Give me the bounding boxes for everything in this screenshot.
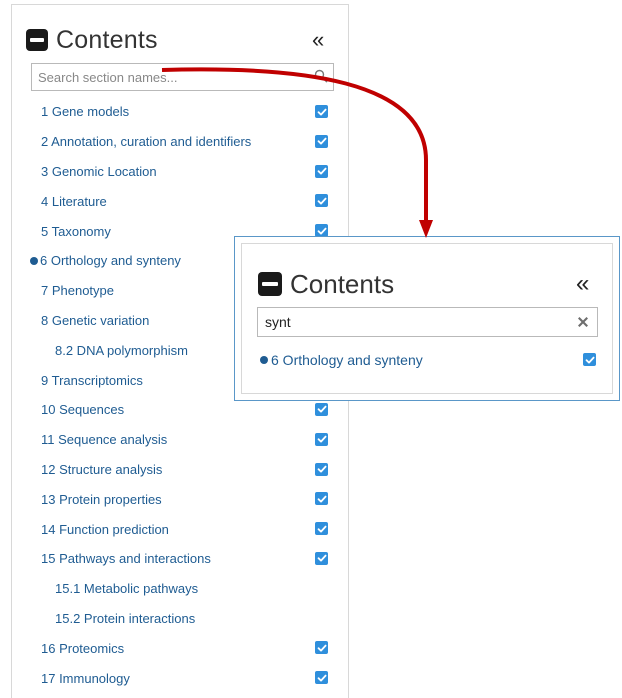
sidebar-item-label: 8 Genetic variation [41,312,150,328]
sidebar-item[interactable]: 13 Protein properties [12,484,348,514]
sidebar-item-label: 15.1 Metabolic pathways [55,581,199,597]
clear-x-icon[interactable] [575,314,591,330]
sidebar-item[interactable]: 12 Structure analysis [12,455,348,485]
search-icon[interactable] [314,69,328,83]
sidebar-header: Contents [26,25,158,55]
popup-search-box [257,307,598,337]
sidebar-item-label: 14 Function prediction [41,521,169,537]
sidebar-item[interactable]: 3 Genomic Location [12,157,348,187]
sidebar-item-label: 5 Taxonomy [41,223,111,239]
double-chevron-left-icon[interactable]: « [312,29,324,51]
sidebar-item[interactable]: 16 Proteomics [12,633,348,663]
checkbox-checked-icon[interactable] [315,492,328,506]
search-input[interactable] [32,64,314,90]
sidebar-item-label: 1 Gene models [41,104,130,120]
checkbox-checked-icon[interactable] [315,641,328,655]
sidebar-item-label: 15 Pathways and interactions [41,551,211,567]
sidebar-item[interactable]: 4 Literature [12,186,348,216]
checkbox-checked-icon[interactable] [315,164,328,178]
sidebar-item[interactable]: 1 Gene models [12,97,348,127]
sidebar-item-label: 7 Phenotype [41,283,115,299]
sidebar-item-label: 16 Proteomics [41,640,125,656]
search-box [31,63,334,91]
sidebar-item[interactable]: 2 Annotation, curation and identifiers [12,127,348,157]
sidebar-item-label: 2 Annotation, curation and identifiers [41,134,252,150]
checkbox-checked-icon[interactable] [315,671,328,685]
sidebar-item[interactable]: 15.1 Metabolic pathways [12,574,348,604]
sidebar-item-label: 11 Sequence analysis [41,432,168,448]
active-dot-icon [260,356,268,364]
checkbox-checked-icon[interactable] [583,353,596,366]
checkbox-checked-icon[interactable] [315,105,328,118]
sidebar-item-label: 15.2 Protein interactions [55,610,196,626]
checkbox-checked-icon[interactable] [315,402,328,416]
minus-box-icon[interactable] [258,272,282,296]
sidebar-item[interactable]: 15 Pathways and interactions [12,544,348,574]
search-result-popup: Contents « 6 Orthology and synteny [234,236,620,401]
sidebar-item-label: 3 Genomic Location [41,163,157,179]
sidebar-item-label: 13 Protein properties [41,491,162,507]
sidebar-item[interactable]: 15.2 Protein interactions [12,604,348,634]
popup-result-label: 6 Orthology and synteny [271,352,423,368]
checkbox-checked-icon[interactable] [315,134,328,148]
popup-search-input[interactable] [258,308,572,336]
popup-contents-panel: Contents « 6 Orthology and synteny [241,243,613,394]
sidebar-item[interactable]: 14 Function prediction [12,514,348,544]
checkbox-checked-icon[interactable] [315,462,328,476]
sidebar-item-label: 8.2 DNA polymorphism [55,342,188,358]
sidebar-item-label: 10 Sequences [41,402,125,418]
popup-result-item[interactable]: 6 Orthology and synteny [257,350,602,372]
checkbox-checked-icon[interactable] [315,432,328,446]
sidebar-title: Contents [56,25,158,54]
minus-box-icon[interactable] [26,29,48,51]
popup-header: Contents [258,266,394,302]
checkbox-checked-icon[interactable] [315,551,328,565]
sidebar-item-label: 17 Immunology [41,670,130,686]
sidebar-item-label: 9 Transcriptomics [41,372,143,388]
popup-title: Contents [290,268,395,299]
checkbox-checked-icon[interactable] [315,194,328,208]
sidebar-item-label: 6 Orthology and synteny [40,253,181,269]
sidebar-item-label: 12 Structure analysis [41,461,163,477]
double-chevron-left-icon[interactable]: « [576,270,589,298]
sidebar-item[interactable]: 17 Immunology [12,663,348,693]
sidebar-item-label: 4 Literature [41,193,107,209]
sidebar-item[interactable]: 11 Sequence analysis [12,425,348,455]
checkbox-checked-icon[interactable] [315,522,328,536]
active-dot-icon [30,256,38,265]
